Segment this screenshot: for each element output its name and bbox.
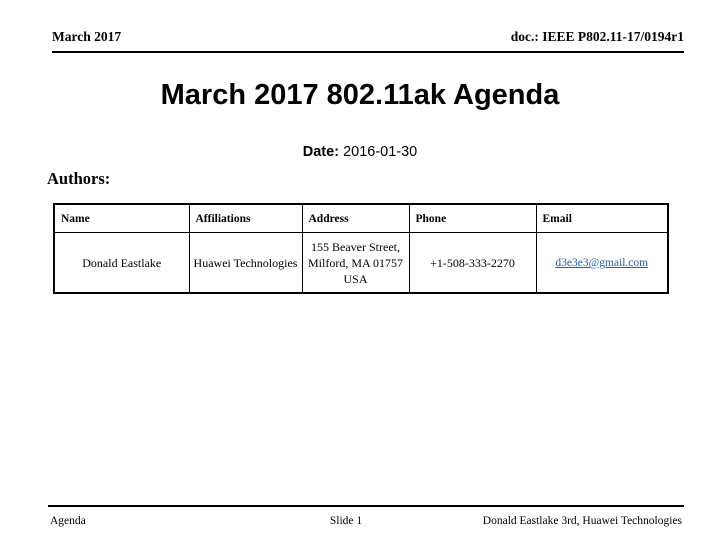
date-line: Date: 2016-01-30 <box>40 143 680 161</box>
slide-header: March 2017 doc.: IEEE P802.11-17/0194r1 <box>52 29 684 53</box>
table-row: Donald Eastlake Huawei Technologies 155 … <box>53 232 669 294</box>
cell-author-phone: +1-508-333-2270 <box>408 232 537 294</box>
footer-author: Donald Eastlake 3rd, Huawei Technologies <box>482 515 682 527</box>
page-title: March 2017 802.11ak Agenda <box>160 79 560 111</box>
date-label: Date: <box>302 144 340 160</box>
column-header-email: Email <box>535 203 669 233</box>
authors-table: Name Affiliations Address Phone Email Do… <box>53 203 669 294</box>
column-header-name: Name <box>53 203 190 233</box>
column-header-phone: Phone <box>408 203 537 233</box>
table-header-row: Name Affiliations Address Phone Email <box>53 203 669 233</box>
header-date-label: March 2017 <box>52 29 122 44</box>
slide-footer: Agenda Slide 1 Donald Eastlake 3rd, Huaw… <box>48 505 684 527</box>
footer-content: Agenda Slide 1 Donald Eastlake 3rd, Huaw… <box>48 507 684 527</box>
email-link[interactable]: d3e3e3@gmail.com <box>555 257 648 269</box>
cell-author-address: 155 Beaver Street, Milford, MA 01757 USA <box>301 232 410 294</box>
date-value: 2016-01-30 <box>343 144 418 160</box>
cell-author-affiliation: Huawei Technologies <box>188 232 303 294</box>
cell-author-name: Donald Eastlake <box>53 232 190 294</box>
authors-heading: Authors: <box>47 169 111 188</box>
cell-author-email: d3e3e3@gmail.com <box>535 232 669 294</box>
authors-table-container: Name Affiliations Address Phone Email Do… <box>53 203 669 294</box>
column-header-affiliations: Affiliations <box>188 203 303 233</box>
column-header-address: Address <box>301 203 410 233</box>
header-document-number: doc.: IEEE P802.11-17/0194r1 <box>510 29 684 44</box>
